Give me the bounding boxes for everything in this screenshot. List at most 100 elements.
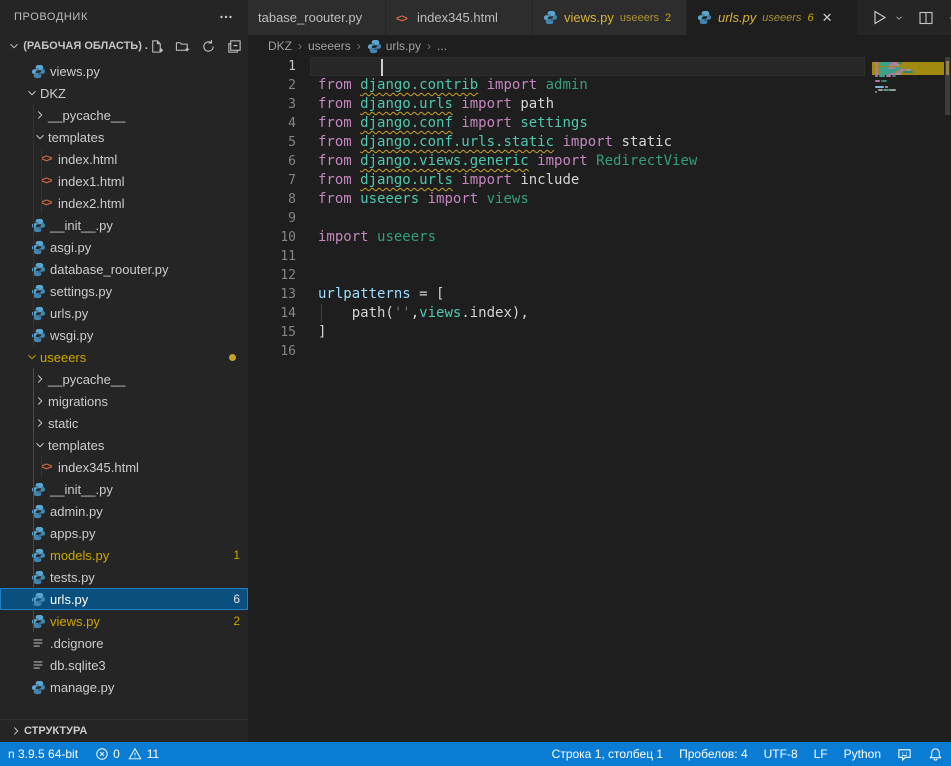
problems-badge: 1	[233, 548, 240, 562]
tab-urls-py[interactable]: urls.pyuseeers6✕	[687, 0, 857, 35]
file-label: admin.py	[50, 504, 103, 519]
line-number: 14	[248, 304, 296, 323]
sidebar-item-wsgi-py[interactable]: wsgi.py	[0, 324, 248, 346]
code-editor[interactable]: 12from django.contrib import admin3from …	[248, 57, 951, 742]
code-line-16[interactable]: 16	[248, 342, 951, 361]
code-line-14[interactable]: 14 path('',views.index),	[248, 304, 951, 323]
close-icon[interactable]: ✕	[822, 10, 833, 26]
code-line-5[interactable]: 5from django.conf.urls.static import sta…	[248, 133, 951, 152]
status-python-interpreter[interactable]: n 3.9.5 64-bit	[0, 742, 86, 766]
sidebar-item-asgi-py[interactable]: asgi.py	[0, 236, 248, 258]
file-label: __pycache__	[48, 108, 125, 123]
feedback-icon	[897, 747, 912, 762]
sidebar-item--init-py[interactable]: __init__.py	[0, 214, 248, 236]
tab-problems-badge: 6	[807, 12, 813, 24]
sidebar-item-manage-py[interactable]: manage.py	[0, 676, 248, 698]
run-button[interactable]	[872, 10, 888, 26]
sidebar-item-templates[interactable]: templates	[0, 126, 248, 148]
line-number: 6	[248, 152, 296, 171]
new-file-icon[interactable]	[148, 38, 164, 54]
doc-icon	[30, 657, 46, 673]
ellipsis-icon[interactable]	[218, 9, 234, 25]
sidebar-item-models-py[interactable]: models.py1	[0, 544, 248, 566]
status-notifications[interactable]	[920, 742, 951, 766]
sidebar-item-views-py[interactable]: views.py	[0, 60, 248, 82]
code-line-3[interactable]: 3from django.urls import path	[248, 95, 951, 114]
code-line-1[interactable]: 1	[248, 57, 951, 76]
sidebar-item-static[interactable]: static	[0, 412, 248, 434]
sidebar-item--init-py[interactable]: __init__.py	[0, 478, 248, 500]
code-line-4[interactable]: 4from django.conf import settings	[248, 114, 951, 133]
file-label: index1.html	[58, 174, 124, 189]
status-language-mode[interactable]: Python	[836, 742, 889, 766]
sidebar-item--pycache-[interactable]: __pycache__	[0, 104, 248, 126]
breadcrumb-item--[interactable]: ...	[437, 39, 447, 53]
outline-section-header[interactable]: СТРУКТУРА	[0, 719, 248, 742]
sidebar-item-useeers[interactable]: useeers	[0, 346, 248, 368]
chevron-right-icon	[32, 372, 48, 386]
sidebar-item-migrations[interactable]: migrations	[0, 390, 248, 412]
file-label: DKZ	[40, 86, 66, 101]
breadcrumb-item-urls-py[interactable]: urls.py	[367, 39, 421, 54]
scrollbar-slider[interactable]	[945, 57, 950, 115]
breadcrumb-item-dkz[interactable]: DKZ	[268, 39, 292, 53]
status-feedback[interactable]	[889, 742, 920, 766]
warning-count: 11	[147, 747, 159, 761]
sidebar-item-dkz[interactable]: DKZ	[0, 82, 248, 104]
code-line-11[interactable]: 11	[248, 247, 951, 266]
sidebar-item-index345-html[interactable]: <>index345.html	[0, 456, 248, 478]
breadcrumb-item-useeers[interactable]: useeers	[308, 39, 351, 53]
sidebar-item-settings-py[interactable]: settings.py	[0, 280, 248, 302]
split-editor-button[interactable]	[918, 10, 934, 26]
scrollbar[interactable]	[944, 57, 951, 742]
new-folder-icon[interactable]	[174, 38, 190, 54]
code-line-9[interactable]: 9	[248, 209, 951, 228]
indent-guide	[33, 368, 34, 632]
tab-label: tabase_roouter.py	[258, 10, 362, 25]
sidebar-item-admin-py[interactable]: admin.py	[0, 500, 248, 522]
status-problems[interactable]: 011	[86, 742, 167, 766]
line-number: 15	[248, 323, 296, 342]
sidebar-item-apps-py[interactable]: apps.py	[0, 522, 248, 544]
file-label: views.py	[50, 64, 100, 79]
code-line-2[interactable]: 2from django.contrib import admin	[248, 76, 951, 95]
tab-index345-html[interactable]: <>index345.html	[386, 0, 532, 35]
code-line-15[interactable]: 15]	[248, 323, 951, 342]
tab-tabase-roouter-py[interactable]: tabase_roouter.py	[248, 0, 385, 35]
file-label: templates	[48, 130, 104, 145]
sidebar-item-index1-html[interactable]: <>index1.html	[0, 170, 248, 192]
sidebar-item--pycache-[interactable]: __pycache__	[0, 368, 248, 390]
tab-views-py[interactable]: views.pyuseeers2	[533, 0, 686, 35]
sidebar-item-database-roouter-py[interactable]: database_roouter.py	[0, 258, 248, 280]
sidebar-item-views-py[interactable]: views.py2	[0, 610, 248, 632]
run-dropdown[interactable]	[894, 10, 904, 26]
file-label: __init__.py	[50, 482, 113, 497]
code-line-13[interactable]: 13urlpatterns = [	[248, 285, 951, 304]
status-cursor-position[interactable]: Строка 1, столбец 1	[544, 742, 671, 766]
workspace-section-header[interactable]: (РАБОЧАЯ ОБЛАСТЬ) ...	[0, 34, 248, 58]
code-line-6[interactable]: 6from django.views.generic import Redire…	[248, 152, 951, 171]
code-line-8[interactable]: 8from useeers import views	[248, 190, 951, 209]
status-encoding[interactable]: UTF-8	[756, 742, 806, 766]
sidebar-item-urls-py[interactable]: urls.py	[0, 302, 248, 324]
sidebar-item-index2-html[interactable]: <>index2.html	[0, 192, 248, 214]
sidebar-item-urls-py[interactable]: urls.py6	[0, 588, 248, 610]
sidebar-item--dcignore[interactable]: .dcignore	[0, 632, 248, 654]
minimap[interactable]	[872, 57, 944, 177]
code-line-10[interactable]: 10import useeers	[248, 228, 951, 247]
chevron-down-icon	[24, 86, 40, 100]
sidebar-item-db-sqlite3[interactable]: db.sqlite3	[0, 654, 248, 676]
sidebar-item-index-html[interactable]: <>index.html	[0, 148, 248, 170]
code-line-7[interactable]: 7from django.urls import include	[248, 171, 951, 190]
sidebar-item-tests-py[interactable]: tests.py	[0, 566, 248, 588]
refresh-icon[interactable]	[200, 38, 216, 54]
file-label: apps.py	[50, 526, 96, 541]
chevron-down-icon	[32, 130, 48, 144]
status-indentation[interactable]: Пробелов: 4	[671, 742, 756, 766]
collapse-all-icon[interactable]	[226, 38, 242, 54]
code-line-12[interactable]: 12	[248, 266, 951, 285]
breadcrumb-separator: ›	[427, 39, 431, 53]
chevron-right-icon	[32, 108, 48, 122]
status-eol[interactable]: LF	[806, 742, 836, 766]
sidebar-item-templates[interactable]: templates	[0, 434, 248, 456]
